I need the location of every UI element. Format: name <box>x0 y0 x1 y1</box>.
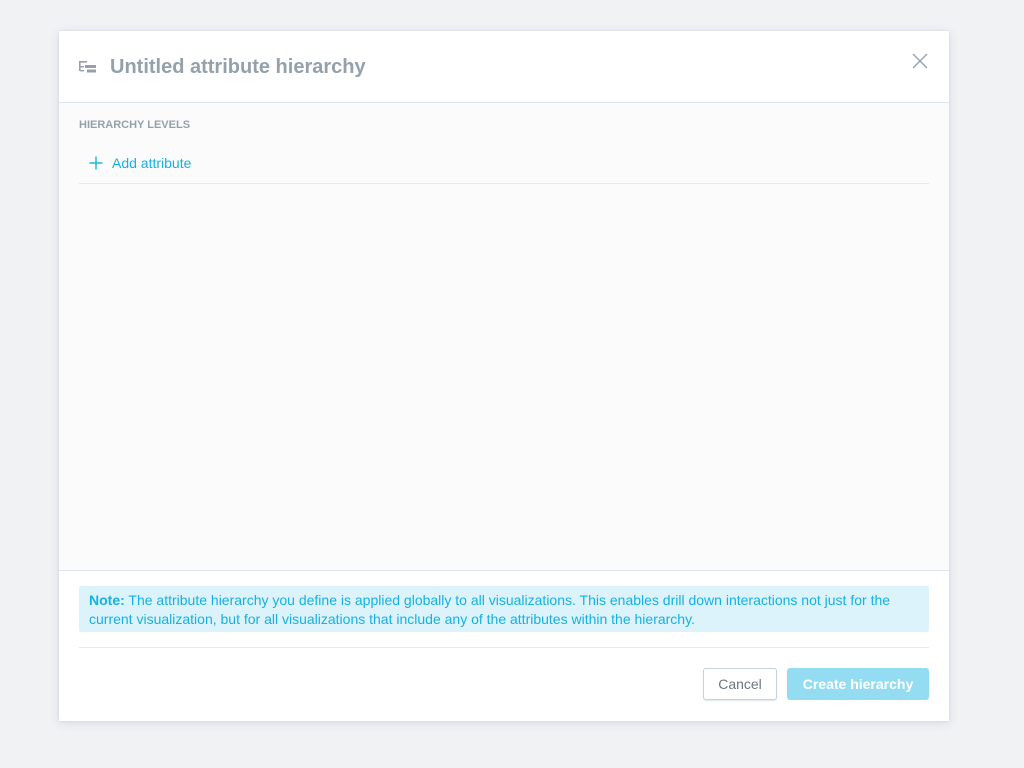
add-attribute-button[interactable]: Add attribute <box>79 143 929 184</box>
close-icon[interactable] <box>910 51 930 71</box>
footer-divider <box>79 647 929 648</box>
section-label: HIERARCHY LEVELS <box>79 119 191 131</box>
note-text: The attribute hierarchy you define is ap… <box>89 592 891 627</box>
create-hierarchy-button[interactable]: Create hierarchy <box>787 668 929 700</box>
add-attribute-label: Add attribute <box>112 155 192 171</box>
hierarchy-levels-panel: HIERARCHY LEVELS Add attribute <box>59 103 949 571</box>
note-prefix: Note: <box>89 592 125 608</box>
cancel-button[interactable]: Cancel <box>703 668 777 700</box>
hierarchy-icon <box>79 59 96 75</box>
plus-icon <box>89 156 103 170</box>
attribute-hierarchy-dialog: Untitled attribute hierarchy HIERARCHY L… <box>59 31 949 721</box>
note-box: Note: The attribute hierarchy you define… <box>79 586 929 632</box>
dialog-title: Untitled attribute hierarchy <box>110 56 366 78</box>
dialog-header: Untitled attribute hierarchy <box>59 31 949 103</box>
